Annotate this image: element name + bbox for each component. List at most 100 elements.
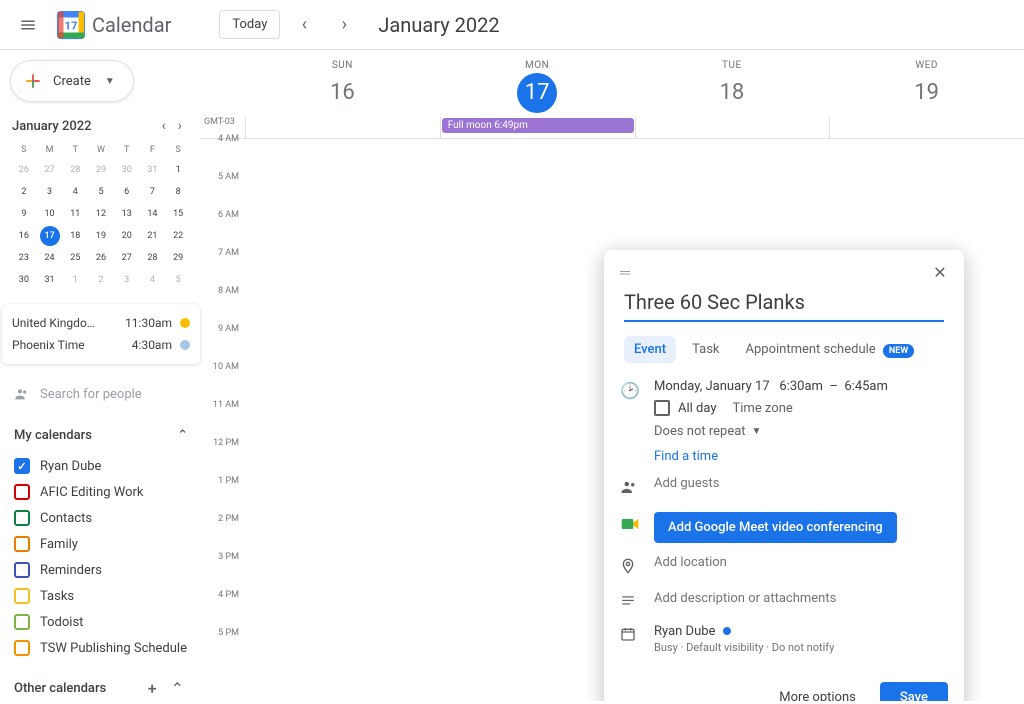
- mini-dow-header: T: [63, 142, 87, 158]
- mini-day-cell[interactable]: 24: [40, 248, 60, 268]
- mini-day-cell[interactable]: 18: [65, 226, 85, 246]
- mini-day-cell[interactable]: 12: [91, 204, 111, 224]
- mini-day-cell[interactable]: 9: [14, 204, 34, 224]
- time-label: 3 PM: [218, 552, 239, 562]
- chevron-down-icon: ▼: [752, 426, 762, 437]
- calendar-list-item[interactable]: Ryan Dube: [10, 453, 192, 479]
- mini-day-cell[interactable]: 10: [40, 204, 60, 224]
- mini-day-cell[interactable]: 6: [117, 182, 137, 202]
- mini-day-cell[interactable]: 31: [40, 270, 60, 290]
- world-clock-row[interactable]: Phoenix Time 4:30am: [12, 334, 190, 356]
- mini-day-cell[interactable]: 5: [168, 270, 188, 290]
- calendar-list-item[interactable]: Tasks: [10, 583, 192, 609]
- mini-day-cell[interactable]: 21: [142, 226, 162, 246]
- checkbox-icon: [14, 484, 30, 500]
- more-options-button[interactable]: More options: [767, 682, 868, 701]
- main-menu-icon[interactable]: [8, 5, 48, 45]
- mini-day-cell[interactable]: 13: [117, 204, 137, 224]
- mini-day-cell[interactable]: 30: [14, 270, 34, 290]
- chevron-up-icon[interactable]: ⌃: [167, 679, 188, 698]
- mini-day-cell[interactable]: 7: [142, 182, 162, 202]
- mini-day-cell[interactable]: 19: [91, 226, 111, 246]
- mini-day-cell[interactable]: 29: [168, 248, 188, 268]
- mini-day-cell[interactable]: 2: [14, 182, 34, 202]
- day-header-cell[interactable]: WED19: [829, 50, 1024, 117]
- mini-day-cell[interactable]: 26: [14, 160, 34, 180]
- event-start-time[interactable]: 6:30am: [779, 379, 823, 394]
- mini-day-cell[interactable]: 22: [168, 226, 188, 246]
- close-button[interactable]: ✕: [926, 258, 954, 286]
- mini-day-cell[interactable]: 5: [91, 182, 111, 202]
- mini-day-cell[interactable]: 11: [65, 204, 85, 224]
- search-people-input[interactable]: Search for people: [10, 378, 192, 410]
- event-date[interactable]: Monday, January 17: [654, 379, 770, 394]
- mini-day-cell[interactable]: 2: [91, 270, 111, 290]
- time-label: 4 AM: [218, 134, 239, 144]
- next-period-button[interactable]: ›: [328, 9, 360, 41]
- calendar-label: Ryan Dube: [40, 459, 101, 474]
- drag-handle-icon[interactable]: ═: [620, 264, 628, 281]
- event-title-input[interactable]: [624, 286, 944, 322]
- mini-day-cell[interactable]: 1: [168, 160, 188, 180]
- mini-day-cell[interactable]: 4: [65, 182, 85, 202]
- add-description-input[interactable]: Add description or attachments: [654, 591, 944, 606]
- mini-day-cell[interactable]: 3: [40, 182, 60, 202]
- mini-day-cell[interactable]: 25: [65, 248, 85, 268]
- mini-day-cell[interactable]: 28: [142, 248, 162, 268]
- allday-row: GMT-03 Full moon 6:49pm: [200, 117, 1024, 139]
- mini-day-cell[interactable]: 17: [40, 226, 60, 246]
- event-end-time[interactable]: 6:45am: [844, 379, 888, 394]
- mini-day-cell[interactable]: 3: [117, 270, 137, 290]
- day-header-cell[interactable]: TUE18: [635, 50, 830, 117]
- allday-event[interactable]: Full moon 6:49pm: [442, 118, 634, 133]
- mini-day-cell[interactable]: 14: [142, 204, 162, 224]
- calendar-list-item[interactable]: AFIC Editing Work: [10, 479, 192, 505]
- event-owner[interactable]: Ryan Dube Busy · Default visibility · Do…: [654, 624, 944, 654]
- mini-day-cell[interactable]: 15: [168, 204, 188, 224]
- calendar-list-item[interactable]: Contacts: [10, 505, 192, 531]
- other-calendars-toggle[interactable]: Other calendars + ⌃: [10, 673, 192, 704]
- calendar-list-item[interactable]: TSW Publishing Schedule: [10, 635, 192, 661]
- mini-day-cell[interactable]: 8: [168, 182, 188, 202]
- save-button[interactable]: Save: [880, 682, 948, 701]
- time-label: 8 AM: [218, 286, 239, 296]
- mini-day-cell[interactable]: 16: [14, 226, 34, 246]
- mini-day-cell[interactable]: 4: [142, 270, 162, 290]
- mini-day-cell[interactable]: 30: [117, 160, 137, 180]
- mini-day-cell[interactable]: 1: [65, 270, 85, 290]
- time-zone-link[interactable]: Time zone: [733, 401, 793, 416]
- mini-day-cell[interactable]: 26: [91, 248, 111, 268]
- calendar-list-item[interactable]: Todoist: [10, 609, 192, 635]
- mini-next-month[interactable]: ›: [174, 116, 186, 136]
- calendar-list-item[interactable]: Family: [10, 531, 192, 557]
- calendar-list-item[interactable]: Reminders: [10, 557, 192, 583]
- add-location-input[interactable]: Add location: [654, 555, 944, 570]
- mini-day-cell[interactable]: 31: [142, 160, 162, 180]
- world-clock-row[interactable]: United Kingdo… 11:30am: [12, 312, 190, 334]
- app-logo[interactable]: 17 Calendar: [56, 10, 171, 40]
- day-header-cell[interactable]: SUN16: [245, 50, 440, 117]
- mini-day-cell[interactable]: 20: [117, 226, 137, 246]
- repeat-dropdown[interactable]: Does not repeat ▼: [654, 424, 944, 439]
- add-calendar-icon[interactable]: +: [144, 679, 161, 698]
- create-button[interactable]: Create ▼: [10, 60, 134, 102]
- my-calendars-toggle[interactable]: My calendars ⌃: [10, 422, 192, 449]
- mini-day-cell[interactable]: 27: [117, 248, 137, 268]
- mini-prev-month[interactable]: ‹: [158, 116, 170, 136]
- mini-day-cell[interactable]: 27: [40, 160, 60, 180]
- calendar-label: Contacts: [40, 511, 92, 526]
- mini-day-cell[interactable]: 28: [65, 160, 85, 180]
- find-time-link[interactable]: Find a time: [654, 449, 718, 464]
- tab-task[interactable]: Task: [682, 336, 729, 363]
- today-button[interactable]: Today: [219, 10, 280, 39]
- day-header-cell[interactable]: MON17: [440, 50, 635, 117]
- prev-period-button[interactable]: ‹: [288, 9, 320, 41]
- add-guests-input[interactable]: Add guests: [654, 476, 944, 491]
- mini-day-cell[interactable]: 29: [91, 160, 111, 180]
- tab-appointment[interactable]: Appointment schedule NEW: [736, 336, 925, 363]
- tab-event[interactable]: Event: [624, 336, 676, 363]
- add-meet-button[interactable]: Add Google Meet video conferencing: [654, 512, 897, 543]
- mini-day-cell[interactable]: 23: [14, 248, 34, 268]
- checkbox-icon: [14, 510, 30, 526]
- all-day-checkbox[interactable]: All day: [654, 400, 717, 416]
